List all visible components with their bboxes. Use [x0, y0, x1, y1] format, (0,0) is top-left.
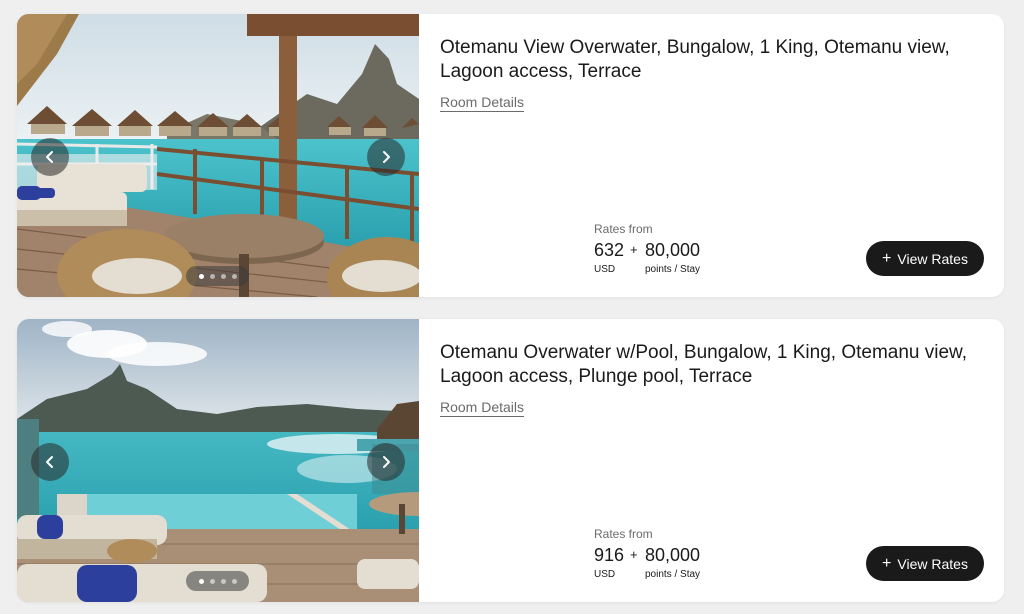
carousel-indicator	[186, 266, 249, 286]
chevron-right-icon	[383, 456, 390, 468]
points-amount: 80,000	[645, 545, 701, 565]
plus-icon: +	[882, 554, 892, 572]
carousel-indicator	[186, 571, 249, 591]
view-rates-label: View Rates	[897, 555, 968, 572]
currency-label: USD	[594, 264, 616, 275]
chevron-left-icon	[46, 151, 53, 163]
room-title: Otemanu Overwater w/Pool, Bungalow, 1 Ki…	[440, 342, 967, 387]
carousel-next-button[interactable]	[367, 138, 405, 176]
price-amount: 632	[594, 240, 625, 260]
chevron-right-icon	[383, 151, 390, 163]
carousel-dot[interactable]	[231, 578, 237, 584]
room-card: Otemanu View Overwater, Bungalow, 1 King…	[17, 14, 1004, 297]
view-rates-button[interactable]: + View Rates	[866, 546, 984, 581]
carousel-dot[interactable]	[198, 578, 204, 584]
price-plus-sign: +	[630, 547, 638, 562]
room-title: Otemanu View Overwater, Bungalow, 1 King…	[440, 37, 950, 82]
room-card: Otemanu Overwater w/Pool, Bungalow, 1 Ki…	[17, 319, 1004, 602]
carousel-prev-button[interactable]	[31, 138, 69, 176]
carousel-dot[interactable]	[209, 273, 215, 279]
carousel-dot[interactable]	[209, 578, 215, 584]
plus-icon: +	[882, 249, 892, 267]
room-photo-carousel[interactable]	[17, 319, 419, 602]
carousel-next-button[interactable]	[367, 443, 405, 481]
view-rates-label: View Rates	[897, 250, 968, 267]
carousel-dot[interactable]	[231, 273, 237, 279]
points-unit-label: points / Stay	[645, 264, 701, 275]
room-photo	[17, 14, 419, 297]
carousel-dot[interactable]	[220, 578, 226, 584]
points-amount: 80,000	[645, 240, 701, 260]
price-amount: 916	[594, 545, 625, 565]
rates-from-label: Rates from	[594, 527, 653, 541]
carousel-prev-button[interactable]	[31, 443, 69, 481]
rates-from-label: Rates from	[594, 222, 653, 236]
room-photo	[17, 319, 419, 602]
chevron-left-icon	[46, 456, 53, 468]
carousel-dot[interactable]	[198, 273, 204, 279]
room-details-link[interactable]: Room Details	[440, 94, 524, 110]
carousel-dot[interactable]	[220, 273, 226, 279]
room-photo-carousel[interactable]	[17, 14, 419, 297]
points-unit-label: points / Stay	[645, 569, 701, 580]
view-rates-button[interactable]: + View Rates	[866, 241, 984, 276]
currency-label: USD	[594, 569, 616, 580]
price-plus-sign: +	[630, 242, 638, 257]
room-details-link[interactable]: Room Details	[440, 399, 524, 415]
